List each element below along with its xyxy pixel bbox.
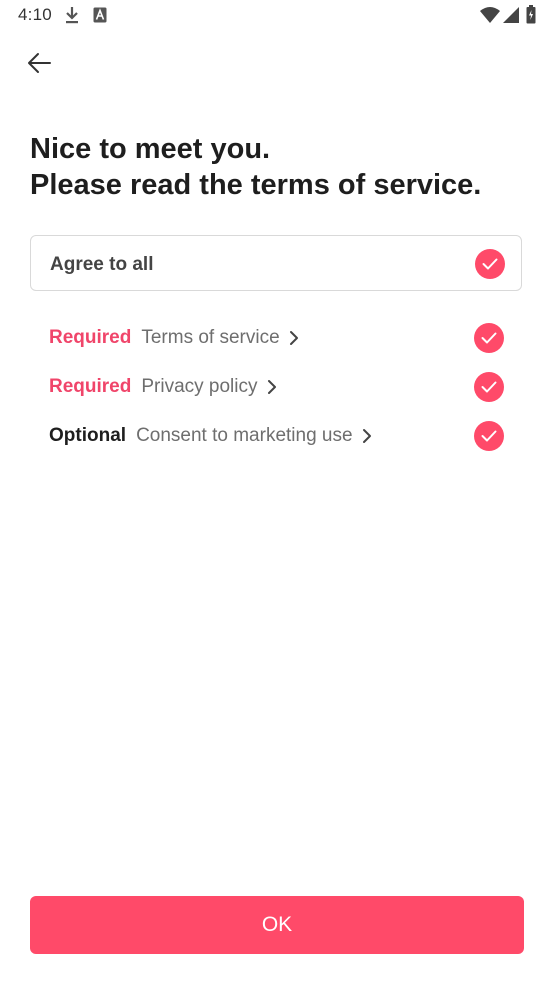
optional-tag: Optional [49, 425, 127, 446]
term-row-marketing-consent: Optional Consent to marketing use [49, 420, 506, 452]
check-icon [481, 332, 497, 344]
chevron-right-icon [289, 331, 298, 345]
wifi-icon [480, 6, 500, 29]
terms-screen: 4:10 Nice to meet you. Please read the t… [0, 0, 554, 984]
ok-button-label: OK [261, 913, 293, 936]
title-line-2: Please read the terms of service. [30, 169, 482, 201]
terms-of-service-link[interactable]: Terms of service [141, 327, 298, 349]
battery-icon [526, 5, 536, 29]
agree-all-checkbox[interactable] [475, 249, 505, 279]
ok-button[interactable]: OK [30, 896, 524, 954]
chevron-right-icon [267, 380, 276, 394]
check-icon [481, 381, 497, 393]
marketing-consent-link[interactable]: Consent to marketing use [136, 425, 372, 447]
term-title: Terms of service [141, 327, 280, 348]
chevron-right-icon [362, 429, 371, 443]
marketing-consent-checkbox[interactable] [474, 421, 504, 451]
agree-all-row[interactable]: Agree to all [30, 235, 522, 291]
page-title: Nice to meet you. Please read the terms … [30, 131, 481, 203]
privacy-policy-checkbox[interactable] [474, 372, 504, 402]
agree-all-label: Agree to all [50, 254, 154, 275]
check-icon [482, 258, 498, 270]
terms-of-service-checkbox[interactable] [474, 323, 504, 353]
back-button[interactable] [22, 48, 56, 82]
download-icon [64, 6, 80, 29]
term-row-terms-of-service: Required Terms of service [49, 322, 506, 354]
term-title: Privacy policy [141, 376, 258, 397]
status-time: 4:10 [18, 5, 52, 24]
required-tag: Required [49, 376, 132, 397]
title-line-1: Nice to meet you. [30, 133, 271, 165]
check-icon [481, 430, 497, 442]
a-badge-icon [93, 7, 107, 28]
term-row-privacy-policy: Required Privacy policy [49, 371, 506, 403]
status-bar: 4:10 [0, 0, 554, 32]
privacy-policy-link[interactable]: Privacy policy [141, 376, 276, 398]
required-tag: Required [49, 327, 132, 348]
term-title: Consent to marketing use [136, 425, 353, 446]
signal-icon [502, 6, 520, 29]
arrow-left-icon [26, 52, 52, 79]
